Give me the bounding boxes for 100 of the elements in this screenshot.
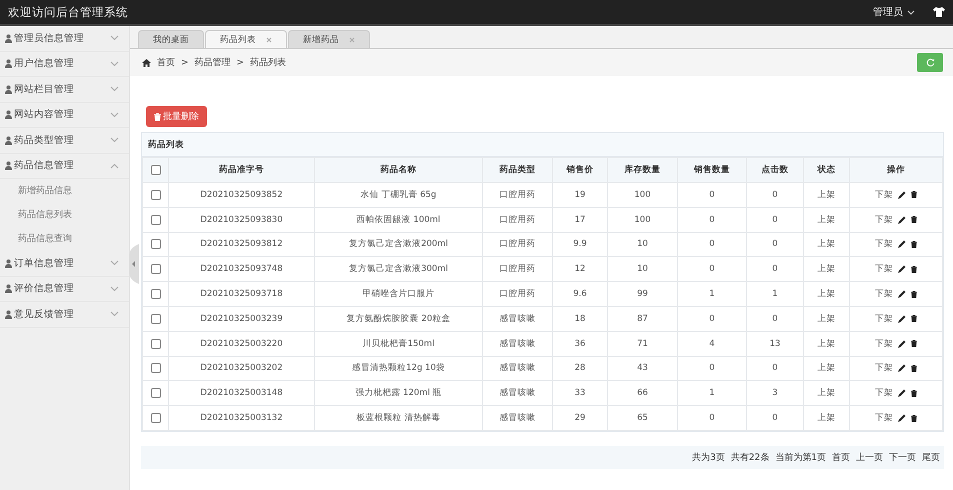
tab[interactable]: 药品列表	[205, 30, 287, 48]
sidebar-item[interactable]: 药品信息管理	[0, 154, 129, 179]
pencil-icon[interactable]	[898, 290, 906, 298]
chevron-down-icon	[110, 60, 119, 67]
pager-link[interactable]: 尾页	[922, 450, 940, 464]
unlist-link[interactable]: 下架	[875, 362, 893, 374]
sidebar-item[interactable]: 用户信息管理	[0, 52, 129, 77]
unlist-link[interactable]: 下架	[875, 214, 893, 226]
unlist-link[interactable]: 下架	[875, 288, 893, 300]
trash-icon[interactable]	[911, 290, 917, 298]
pager-link[interactable]: 首页	[832, 450, 850, 464]
table-cell: 28	[552, 356, 608, 381]
trash-icon[interactable]	[911, 240, 917, 248]
checkbox[interactable]	[150, 239, 160, 250]
trash-icon[interactable]	[911, 390, 917, 397]
chevron-down-icon	[110, 311, 119, 318]
batch-delete-button[interactable]: 批量删除	[146, 106, 207, 127]
column-header: 销售价	[552, 158, 608, 182]
table-cell: 感冒咳嗽	[482, 331, 552, 356]
sidebar-item[interactable]: 网站内容管理	[0, 102, 129, 128]
table-cell: D20210325003239	[168, 306, 314, 332]
unlist-link[interactable]: 下架	[875, 387, 893, 400]
table-cell: 上架	[804, 282, 850, 306]
table-cell: 上架	[804, 406, 850, 430]
pencil-icon[interactable]	[898, 190, 906, 199]
table-cell: 18	[552, 306, 608, 332]
pencil-icon[interactable]	[898, 216, 906, 224]
pager-info: 共为3页	[692, 452, 725, 464]
user-menu[interactable]: 管理员	[873, 5, 915, 19]
sidebar-item[interactable]: 意见反馈管理	[0, 302, 129, 328]
breadcrumb-item[interactable]: 首页	[157, 56, 175, 69]
checkbox[interactable]	[150, 264, 160, 274]
pencil-icon[interactable]	[898, 314, 906, 323]
table-cell: 上架	[804, 182, 850, 208]
checkbox[interactable]	[150, 314, 160, 324]
table-cell: 29	[552, 406, 608, 430]
column-header: 药品准字号	[168, 158, 314, 182]
collapse-handle[interactable]	[129, 244, 139, 284]
table-cell: 33	[552, 380, 608, 406]
user-icon	[5, 84, 12, 94]
trash-icon[interactable]	[911, 364, 917, 372]
user-icon	[5, 59, 12, 68]
pencil-icon[interactable]	[898, 240, 906, 248]
table-cell: 口腔用药	[482, 207, 552, 232]
pager-link[interactable]: 下一页	[889, 450, 916, 464]
pencil-icon[interactable]	[898, 265, 906, 274]
sidebar-item[interactable]: 评价信息管理	[0, 276, 129, 302]
checkbox[interactable]	[150, 288, 160, 299]
sidebar-subitem[interactable]: 新增药品信息	[0, 179, 129, 203]
table-cell: 0	[746, 306, 804, 332]
tab[interactable]: 新增药品	[288, 30, 370, 48]
sidebar-item[interactable]: 管理员信息管理	[0, 26, 129, 52]
checkbox[interactable]	[150, 412, 160, 423]
tab[interactable]: 我的桌面	[138, 30, 204, 48]
table-cell: 0	[746, 207, 804, 232]
table-cell: D20210325093830	[168, 207, 314, 232]
chevron-down-icon	[907, 10, 915, 14]
shirt-icon[interactable]	[933, 7, 945, 17]
table-cell: 复方氯己定含漱液300ml	[314, 256, 482, 282]
checkbox[interactable]	[150, 388, 160, 398]
checkbox[interactable]	[150, 190, 160, 200]
unlist-link[interactable]: 下架	[875, 412, 893, 424]
checkbox[interactable]	[150, 214, 160, 225]
pencil-icon[interactable]	[898, 414, 906, 422]
sidebar-subitem[interactable]: 药品信息查询	[0, 227, 129, 251]
trash-icon	[154, 112, 161, 120]
unlist-link[interactable]: 下架	[875, 312, 893, 325]
table-cell: 100	[608, 182, 678, 208]
checkbox[interactable]	[150, 164, 160, 175]
sidebar-subitem[interactable]: 药品信息列表	[0, 203, 129, 227]
table-cell: 复方氨酚烷胺胶囊 20粒盒	[314, 306, 482, 332]
unlist-link[interactable]: 下架	[875, 188, 893, 201]
checkbox[interactable]	[150, 338, 160, 349]
unlist-link[interactable]: 下架	[875, 263, 893, 276]
pencil-icon[interactable]	[898, 389, 906, 398]
pencil-icon[interactable]	[898, 340, 906, 348]
table-cell: 感冒咳嗽	[482, 406, 552, 430]
pager-info: 当前为第1页	[775, 452, 826, 464]
sidebar-item[interactable]: 药品类型管理	[0, 128, 129, 154]
table-cell: 西帕依固龈液 100ml	[314, 207, 482, 232]
table-cell: 上架	[804, 331, 850, 356]
checkbox[interactable]	[150, 363, 160, 374]
unlist-link[interactable]: 下架	[875, 238, 893, 250]
breadcrumb-item[interactable]: 药品管理	[194, 56, 231, 69]
trash-icon[interactable]	[911, 340, 917, 348]
sidebar-item[interactable]: 网站栏目管理	[0, 77, 129, 102]
pager-link[interactable]: 上一页	[856, 450, 883, 464]
table-cell: D20210325003202	[168, 356, 314, 381]
table-cell: 65	[608, 406, 678, 430]
trash-icon[interactable]	[911, 266, 917, 273]
table-cell: 10	[608, 232, 678, 257]
unlist-link[interactable]: 下架	[875, 338, 893, 350]
chevron-down-icon	[110, 86, 119, 92]
trash-icon[interactable]	[911, 414, 917, 422]
trash-icon[interactable]	[911, 216, 917, 224]
trash-icon[interactable]	[911, 191, 917, 198]
trash-icon[interactable]	[911, 315, 917, 322]
table-cell: D20210325093718	[168, 282, 314, 306]
pencil-icon[interactable]	[898, 364, 906, 372]
table-cell: 1	[678, 380, 746, 406]
